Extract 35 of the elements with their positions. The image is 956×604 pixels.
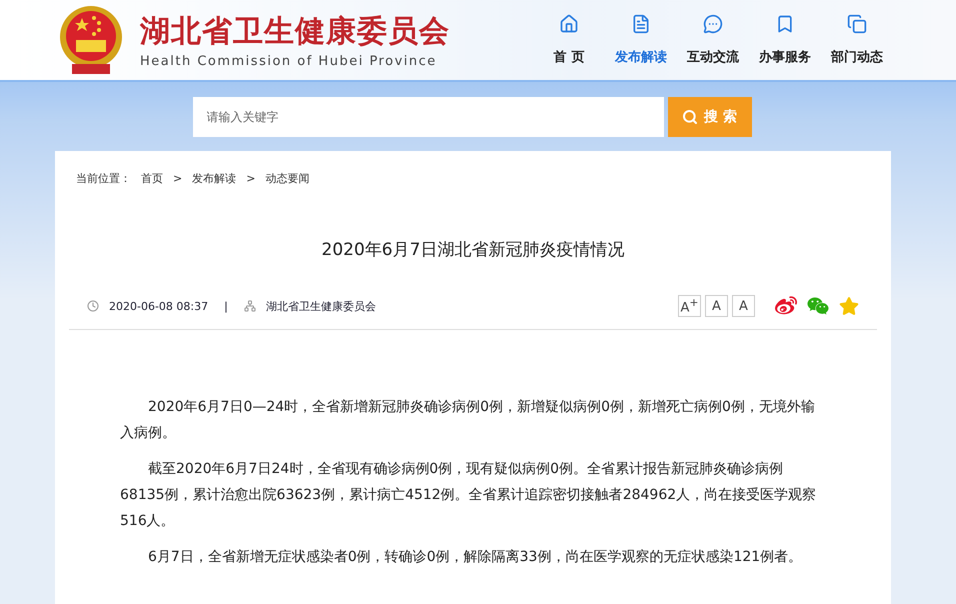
star-icon[interactable] [839,296,859,316]
font-size-button[interactable]: A [705,295,728,317]
breadcrumb-link[interactable]: 发布解读 [192,171,236,186]
breadcrumb-separator: > [246,172,256,185]
weibo-icon[interactable] [775,295,797,317]
article-paragraph: 截至2020年6月7日24时，全省现有确诊病例0例，现有疑似病例0例。全省累计报告新冠肺炎确诊病例68135例，累计治愈出院63623例，累计病亡4512例。全省累计追踪密切接触者284962人，尚在接受医学观察516人。 [120,460,818,531]
site-subtitle: Health Commission of Hubei Province [140,54,438,69]
publish-date: 2020-06-08 08:37 [109,300,208,312]
search-icon [682,109,698,125]
site-title: 湖北省卫生健康委员会 [140,13,450,51]
search-field[interactable]: 请输入关键字 [192,97,664,137]
home-icon [559,14,579,34]
document-icon [631,14,651,34]
nav-link[interactable]: 发布解读 [612,14,670,66]
breadcrumb-link[interactable]: 动态要闻 [265,171,310,186]
hierarchy-icon [244,300,256,312]
article-paragraph: 2020年6月7日0—24时，全省新增新冠肺炎确诊病例0例，新增疑似病例0例，新增死亡病例0例，无境外输入病例。 [120,398,816,443]
font-size-button[interactable]: A$^{+}$ [678,295,701,317]
nav-link[interactable]: 互动交流 [684,14,742,66]
nav-link[interactable]: 部门动态 [828,14,886,66]
stacked-pages-icon [847,14,867,34]
emblem-icon [58,4,124,76]
breadcrumb-link[interactable]: 首页 [141,171,163,186]
clock-icon [87,300,99,312]
breadcrumb-label: 当前位置： [76,171,131,186]
breadcrumb-separator: > [173,172,182,185]
wechat-icon[interactable] [807,295,829,317]
article-source: 湖北省卫生健康委员会 [266,298,376,314]
article-paragraph: 6月7日，全省新增无症状感染者0例，转确诊0例，解除隔离33例，尚在医学观察的无症状感染121例者。 [147,548,804,567]
nav-link[interactable]: 办事服务 [756,14,814,66]
nav-link[interactable]: 首 页 [540,14,598,66]
meta-separator: | [224,300,228,312]
article-title: 2020年6月7日湖北省新冠肺炎疫情情况 [320,239,626,261]
font-size-button[interactable]: A [732,295,755,317]
chat-bubble-icon [703,14,723,34]
